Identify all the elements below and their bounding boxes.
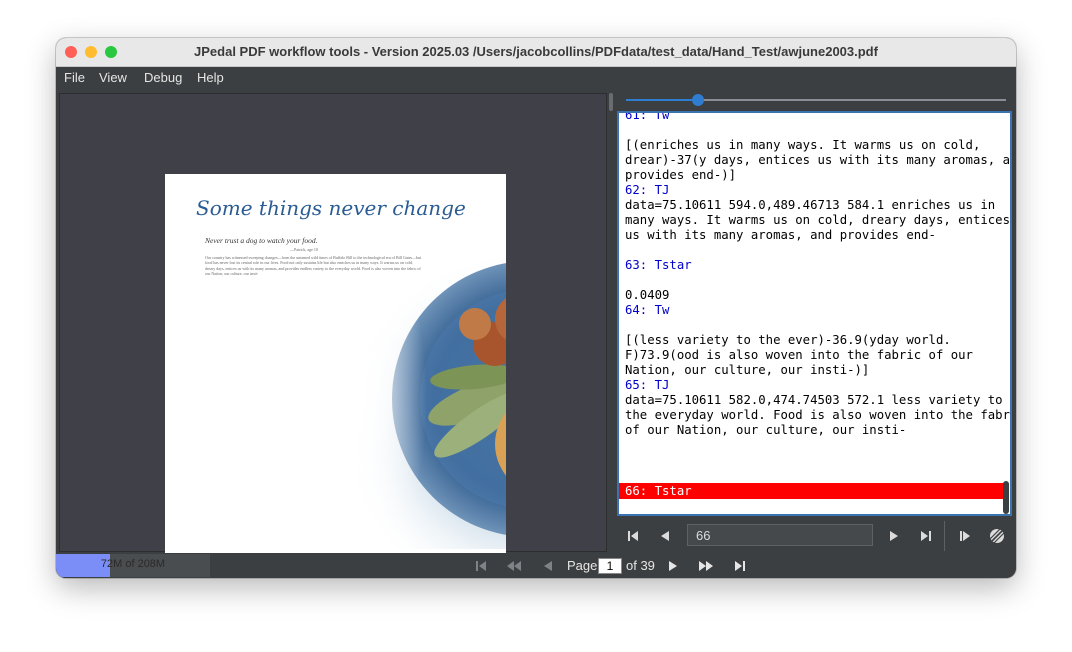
skip-last-icon — [735, 561, 745, 571]
next-icon — [669, 561, 677, 571]
first-operator-button[interactable] — [622, 525, 644, 547]
operator-detail-line: [(less variety to the ever)-36.9(yday wo… — [625, 333, 951, 347]
window-title: JPedal PDF workflow tools - Version 2025… — [194, 44, 878, 59]
operator-list-scrollbar[interactable] — [1003, 481, 1009, 514]
no-render-icon — [989, 528, 1005, 544]
operator-detail-line: data=75.10611 582.0,474.74503 572.1 less… — [625, 393, 1003, 407]
menu-bar: File View Debug Help — [56, 67, 1016, 89]
operator-slider-thumb[interactable] — [692, 94, 705, 106]
app-window: JPedal PDF workflow tools - Version 2025… — [56, 38, 1016, 578]
skip-last-icon — [921, 531, 931, 541]
next-operator-button[interactable] — [883, 525, 905, 547]
split-pane-divider[interactable] — [607, 93, 615, 550]
next-icon — [890, 531, 898, 541]
operator-detail-line: provides end-)] — [625, 168, 737, 182]
skip-first-icon — [476, 561, 486, 571]
split-pane-grip[interactable] — [609, 93, 613, 111]
operator-detail-line: the everyday world. Food is also woven i… — [625, 408, 1012, 422]
step-forward-icon — [960, 531, 970, 541]
operator-detail-line: Nation, our culture, our insti-)] — [625, 363, 870, 377]
skip-first-icon — [628, 531, 638, 541]
previous-icon — [544, 561, 552, 571]
toolbar-separator — [944, 521, 945, 551]
page-total: of 39 — [626, 558, 655, 573]
back-ten-pages-button[interactable] — [505, 557, 523, 575]
operator-entry: 63: Tstar — [625, 258, 692, 272]
menu-view[interactable]: View — [99, 70, 127, 85]
status-bar: 72M of 208M Page 1 of 39 — [56, 553, 1016, 578]
disable-rendering-button[interactable] — [986, 525, 1008, 547]
previous-page-button[interactable] — [539, 557, 557, 575]
pdf-page: Some things never change Never trust a d… — [165, 174, 506, 578]
page-heading: Some things never change — [196, 196, 466, 220]
operator-detail-line: data=75.10611 594.0,489.46713 584.1 enri… — [625, 198, 996, 212]
operator-entry: 62: TJ — [625, 183, 670, 197]
page-quote-attribution: —Patrick, age 10 — [290, 247, 318, 252]
operator-list-panel[interactable]: 66: Tstar 61: Tw [(enriches us in many wa… — [617, 111, 1012, 516]
page-quote: Never trust a dog to watch your food. — [205, 236, 318, 245]
operator-detail-line: many ways. It warms us on cold, dreary d… — [625, 213, 1010, 227]
menu-file[interactable]: File — [64, 70, 85, 85]
title-bar: JPedal PDF workflow tools - Version 2025… — [56, 38, 1016, 67]
operator-slider-fill — [626, 99, 699, 101]
menu-debug[interactable]: Debug — [144, 70, 182, 85]
operator-detail-line: F)73.9(ood is also woven into the fabric… — [625, 348, 973, 362]
fast-rewind-icon — [507, 561, 521, 571]
operator-navigation — [617, 519, 1016, 553]
operator-index-input[interactable] — [687, 524, 873, 546]
next-page-button[interactable] — [664, 557, 682, 575]
last-page-button[interactable] — [731, 557, 749, 575]
operator-detail-line: [(enriches us in many ways. It warms us … — [625, 138, 981, 152]
fast-forward-icon — [699, 561, 713, 571]
last-operator-button[interactable] — [915, 525, 937, 547]
operator-entry: 65: TJ — [625, 378, 670, 392]
operator-entry: 64: Tw — [625, 303, 670, 317]
operator-entry: 61: Tw — [625, 111, 670, 122]
operator-detail-line: of our Nation, our culture, our insti- — [625, 423, 907, 437]
page-body-text: Our country has witnessed sweeping chang… — [205, 255, 422, 277]
previous-icon — [661, 531, 669, 541]
memory-usage-text: 72M of 208M — [100, 558, 166, 570]
operator-detail-line: 0.0409 — [625, 288, 670, 302]
food-plate-image — [355, 249, 506, 549]
first-page-button[interactable] — [472, 557, 490, 575]
operator-detail-line: us with its many aromas, and provides en… — [625, 228, 936, 242]
pdf-view-pane[interactable]: Some things never change Never trust a d… — [59, 93, 607, 578]
operator-detail-line: drear)-37(y days, entices us with its ma… — [625, 153, 1012, 167]
page-number-input[interactable]: 1 — [598, 558, 622, 574]
previous-operator-button[interactable] — [654, 525, 676, 547]
forward-ten-pages-button[interactable] — [697, 557, 715, 575]
step-operator-button[interactable] — [954, 525, 976, 547]
page-label: Page — [567, 558, 598, 573]
selected-operator-label: 66: Tstar — [625, 484, 692, 498]
menu-help[interactable]: Help — [197, 70, 224, 85]
